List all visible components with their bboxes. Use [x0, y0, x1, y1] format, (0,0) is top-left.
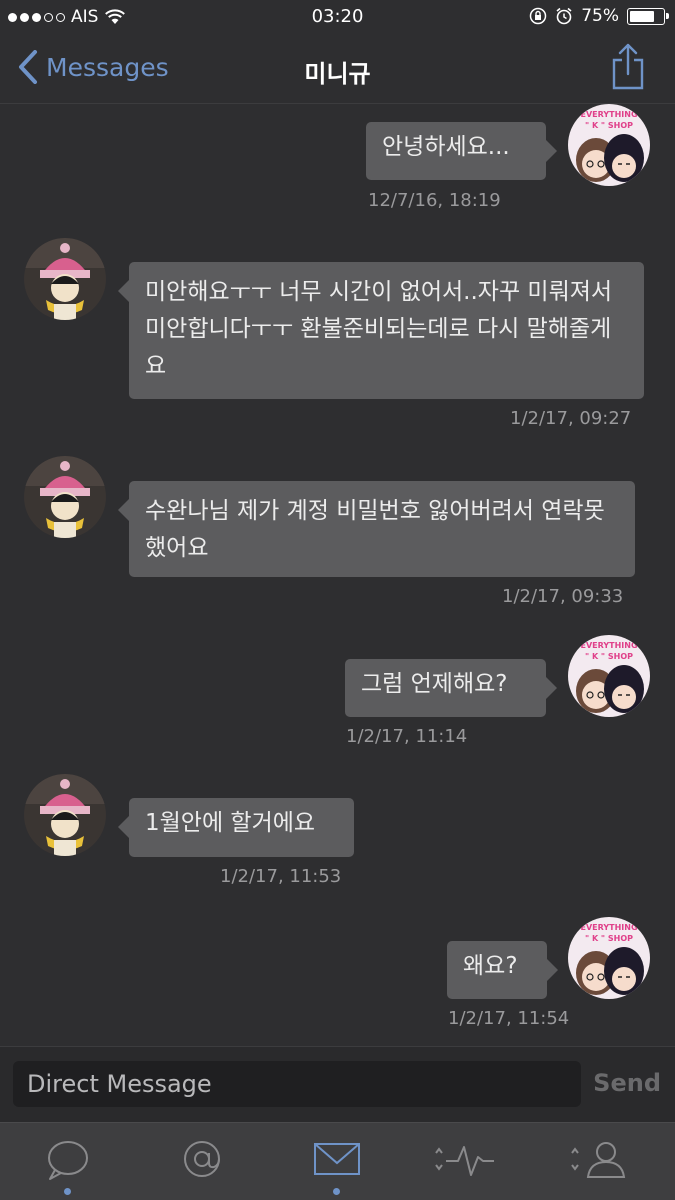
- avatar-outgoing[interactable]: EVERYTHING " K " SHOP: [568, 104, 650, 186]
- user-avatar-image: [24, 456, 106, 538]
- rotation-lock-icon: [529, 7, 547, 25]
- battery-percent: 75%: [581, 6, 619, 26]
- battery-icon: [627, 7, 669, 25]
- message-timestamp: 12/7/16, 18:19: [368, 190, 501, 211]
- message-timestamp: 1/2/17, 11:14: [346, 726, 468, 747]
- timeline-indicator-dot: [64, 1188, 71, 1195]
- avatar-incoming[interactable]: [24, 456, 106, 538]
- battery-fill: [630, 10, 654, 22]
- svg-text:EVERYTHING: EVERYTHING: [580, 110, 637, 119]
- alarm-icon: [556, 7, 572, 25]
- message-bubble-outgoing[interactable]: 그럼 언제해요?: [345, 659, 557, 717]
- message-bubble-incoming[interactable]: 1월안에 할거에요: [118, 798, 354, 857]
- tab-messages[interactable]: [297, 1137, 377, 1197]
- message-timestamp: 1/2/17, 09:33: [502, 586, 624, 607]
- nav-bar: Messages 미니규: [0, 36, 675, 104]
- person-icon: [571, 1142, 626, 1178]
- message-text: 왜요?: [463, 953, 518, 979]
- svg-text:" K " SHOP: " K " SHOP: [585, 652, 633, 661]
- svg-text:" K " SHOP: " K " SHOP: [585, 121, 633, 130]
- messages-indicator-dot: [333, 1188, 340, 1195]
- tab-mentions[interactable]: [162, 1137, 242, 1197]
- avatar-incoming[interactable]: [24, 774, 106, 856]
- chat-bubble-icon: [48, 1141, 88, 1180]
- status-bar: AIS 03:20 75%: [0, 0, 675, 36]
- message-bubble-incoming[interactable]: 수완나님 제가 계정 비밀번호 잃어버려서 연락못했어요: [118, 481, 635, 577]
- message-text: 수완나님 제가 계정 비밀번호 잃어버려서 연락못했어요: [145, 498, 605, 561]
- message-composer: Send: [0, 1046, 675, 1122]
- tab-activity[interactable]: [428, 1137, 508, 1197]
- message-text: 1월안에 할거에요: [145, 810, 316, 836]
- share-icon: [612, 43, 644, 90]
- message-timestamp: 1/2/17, 11:54: [448, 1008, 570, 1029]
- svg-text:" K " SHOP: " K " SHOP: [585, 934, 633, 943]
- tab-profile[interactable]: [566, 1137, 646, 1197]
- share-button[interactable]: [611, 42, 645, 94]
- message-timestamp: 1/2/17, 09:27: [510, 408, 632, 429]
- svg-text:EVERYTHING: EVERYTHING: [580, 923, 637, 932]
- at-sign-icon: [184, 1141, 220, 1177]
- direct-message-input[interactable]: [13, 1061, 581, 1107]
- svg-text:EVERYTHING: EVERYTHING: [580, 641, 637, 650]
- avatar-incoming[interactable]: [24, 238, 106, 320]
- status-right: 75%: [529, 6, 669, 26]
- message-text: 미안해요ㅜㅜ 너무 시간이 없어서..자꾸 미뤄져서 미안합니다ㅜㅜ 환불준비되…: [145, 279, 613, 379]
- message-bubble-outgoing[interactable]: 안녕하세요...: [366, 122, 557, 180]
- message-list[interactable]: 안녕하세요... EVERYTHING " K " SHOP 12/7/16, …: [0, 104, 675, 1046]
- avatar-outgoing[interactable]: EVERYTHING " K " SHOP: [568, 635, 650, 717]
- message-text: 안녕하세요...: [382, 134, 510, 160]
- user-avatar-image: [24, 774, 106, 856]
- tab-timeline[interactable]: [28, 1137, 108, 1197]
- message-text: 그럼 언제해요?: [361, 671, 508, 697]
- shop-avatar-image: EVERYTHING " K " SHOP: [568, 917, 650, 999]
- tab-bar: [0, 1122, 675, 1200]
- message-bubble-outgoing[interactable]: 왜요?: [447, 941, 558, 999]
- avatar-outgoing[interactable]: EVERYTHING " K " SHOP: [568, 917, 650, 999]
- activity-icon: [435, 1146, 494, 1176]
- message-bubble-incoming[interactable]: 미안해요ㅜㅜ 너무 시간이 없어서..자꾸 미뤄져서 미안합니다ㅜㅜ 환불준비되…: [118, 262, 644, 399]
- shop-avatar-image: EVERYTHING " K " SHOP: [568, 635, 650, 717]
- user-avatar-image: [24, 238, 106, 320]
- envelope-icon: [314, 1143, 360, 1175]
- message-timestamp: 1/2/17, 11:53: [220, 866, 342, 887]
- send-button[interactable]: Send: [593, 1069, 661, 1097]
- conversation-title: 미니규: [304, 60, 371, 88]
- shop-avatar-image: EVERYTHING " K " SHOP: [568, 104, 650, 186]
